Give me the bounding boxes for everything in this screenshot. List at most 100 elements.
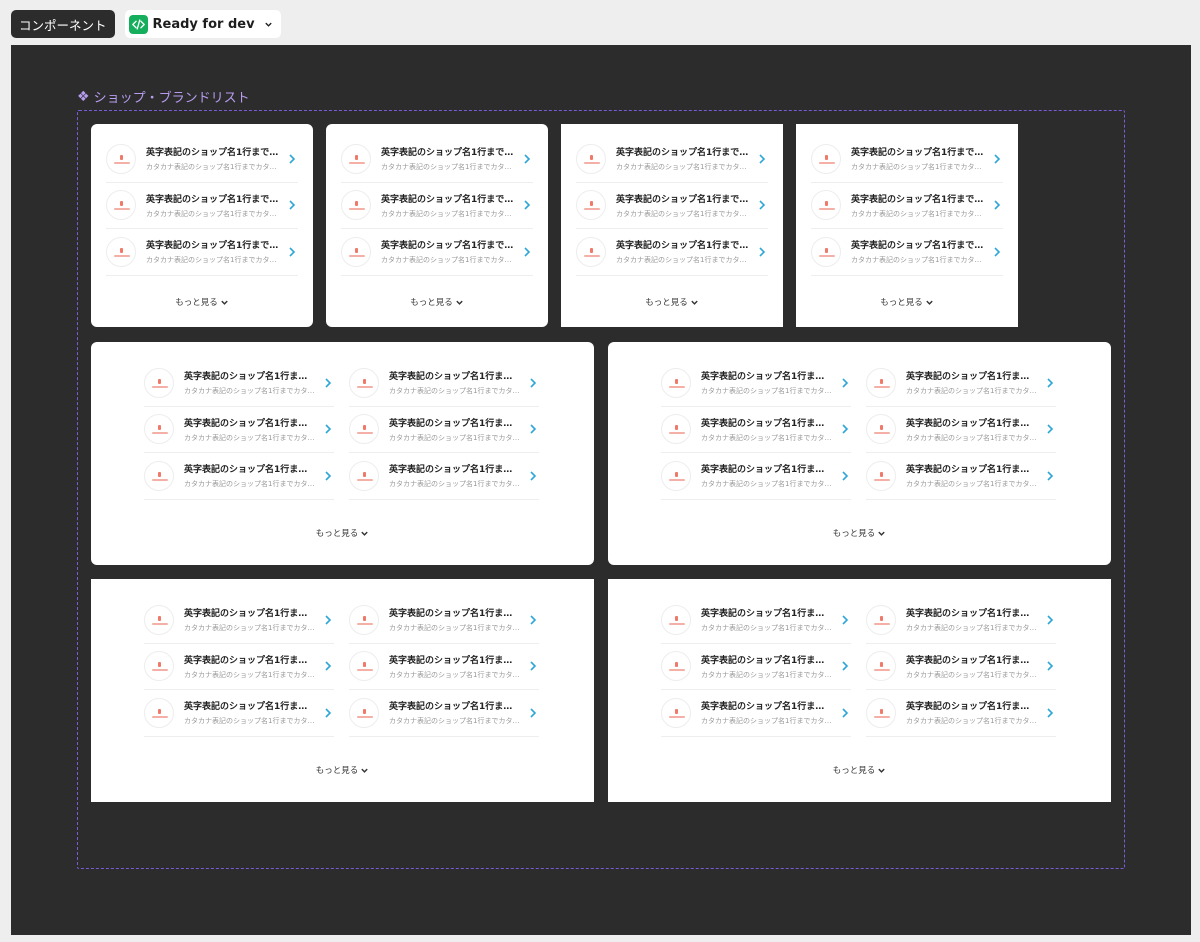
shop-name-kana: カタカナ表記のショップ名1行までカタカナ…: [389, 433, 521, 442]
shop-name: 英字表記のショップ名1行までで…: [701, 702, 833, 713]
shop-list-item[interactable]: 英字表記のショップ名1行までで… カタカナ表記のショップ名1行までカタカナ…: [349, 644, 539, 690]
shop-list-item[interactable]: 英字表記のショップ名1行までで… カタカナ表記のショップ名1行までカタカナ…: [349, 597, 539, 644]
shop-list-item[interactable]: 英字表記のショップ名1行までで… カタカナ表記のショップ名1行までカタカナ…: [576, 136, 768, 183]
ready-for-dev-dropdown[interactable]: Ready for dev: [124, 10, 281, 38]
shop-list-item[interactable]: 英字表記のショップ名1行までで… カタカナ表記のショップ名1行までカタカナ…: [866, 360, 1056, 407]
more-link[interactable]: もっと見る: [91, 764, 594, 776]
shop-list-item[interactable]: 英字表記のショップ名1行までで… カタカナ表記のショップ名1行までカタカナ…: [661, 453, 851, 500]
shop-list-card-variant-5[interactable]: 英字表記のショップ名1行までで… カタカナ表記のショップ名1行までカタカナ… 英字表…: [91, 342, 594, 565]
shop-name: 英字表記のショップ名1行までで…: [146, 148, 280, 159]
shop-logo: [576, 190, 606, 221]
shop-logo: [576, 143, 606, 174]
shop-name-kana: カタカナ表記のショップ名1行までカタカナ…: [701, 480, 833, 489]
shop-name: 英字表記のショップ名1行までで…: [851, 241, 985, 252]
shop-list-item[interactable]: 英字表記のショップ名1行までで… カタカナ表記のショップ名1行までカタカナ…: [661, 407, 851, 453]
chevron-right-icon: [524, 154, 531, 164]
shop-logo: [349, 604, 379, 635]
shop-list-item[interactable]: 英字表記のショップ名1行までで… カタカナ表記のショップ名1行までカタカナ…: [576, 183, 768, 229]
shop-list-card-variant-7[interactable]: 英字表記のショップ名1行までで… カタカナ表記のショップ名1行までカタカナ… 英字表…: [91, 579, 594, 802]
shop-list-right: 英字表記のショップ名1行までで… カタカナ表記のショップ名1行までカタカナ… 英字表…: [349, 360, 539, 500]
shop-list-left: 英字表記のショップ名1行までで… カタカナ表記のショップ名1行までカタカナ… 英字表…: [661, 360, 851, 500]
chevron-right-icon: [842, 615, 849, 625]
more-link[interactable]: もっと見る: [796, 296, 1018, 308]
more-link[interactable]: もっと見る: [91, 296, 313, 308]
shop-list-item[interactable]: 英字表記のショップ名1行までで… カタカナ表記のショップ名1行までカタカナ…: [144, 453, 334, 500]
shop-logo: [811, 190, 841, 221]
shop-logo: [106, 236, 136, 267]
shop-list-item[interactable]: 英字表記のショップ名1行までで… カタカナ表記のショップ名1行までカタカナ…: [144, 360, 334, 407]
shop-name-kana: カタカナ表記のショップ名1行までカタカナ…: [389, 670, 521, 679]
shop-list-card-variant-2[interactable]: 英字表記のショップ名1行までで… カタカナ表記のショップ名1行までカタカナ… 英字表…: [326, 124, 548, 327]
shop-list-item[interactable]: 英字表記のショップ名1行までで… カタカナ表記のショップ名1行までカタカナ…: [349, 407, 539, 453]
shop-list-item[interactable]: 英字表記のショップ名1行までで… カタカナ表記のショップ名1行までカタカナ…: [144, 407, 334, 453]
shop-list-item[interactable]: 英字表記のショップ名1行までで… カタカナ表記のショップ名1行までカタカナ…: [866, 690, 1056, 737]
shop-name: 英字表記のショップ名1行までで…: [906, 418, 1038, 429]
more-link[interactable]: もっと見る: [608, 527, 1111, 539]
shop-list-card-variant-1[interactable]: 英字表記のショップ名1行までで… カタカナ表記のショップ名1行までカタカナ… 英字表…: [91, 124, 313, 327]
shop-list-item[interactable]: 英字表記のショップ名1行までで… カタカナ表記のショップ名1行までカタカナ…: [349, 453, 539, 500]
shop-logo: [106, 143, 136, 174]
shop-list-item[interactable]: 英字表記のショップ名1行までで… カタカナ表記のショップ名1行までカタカナ…: [866, 644, 1056, 690]
shop-name: 英字表記のショップ名1行までで…: [146, 194, 280, 205]
shop-list-item[interactable]: 英字表記のショップ名1行までで… カタカナ表記のショップ名1行までカタカナ…: [866, 453, 1056, 500]
chevron-right-icon: [994, 200, 1001, 210]
shop-list-item[interactable]: 英字表記のショップ名1行までで… カタカナ表記のショップ名1行までカタカナ…: [661, 644, 851, 690]
more-link[interactable]: もっと見る: [561, 296, 783, 308]
shop-list-item[interactable]: 英字表記のショップ名1行までで… カタカナ表記のショップ名1行までカタカナ…: [576, 229, 768, 276]
shop-name: 英字表記のショップ名1行までで…: [389, 609, 521, 620]
shop-list-item[interactable]: 英字表記のショップ名1行までで… カタカナ表記のショップ名1行までカタカナ…: [341, 136, 533, 183]
chevron-right-icon: [530, 378, 537, 388]
shop-list-item[interactable]: 英字表記のショップ名1行までで… カタカナ表記のショップ名1行までカタカナ…: [661, 360, 851, 407]
shop-list-item[interactable]: 英字表記のショップ名1行までで… カタカナ表記のショップ名1行までカタカナ…: [866, 407, 1056, 453]
shop-logo: [866, 367, 896, 398]
chevron-right-icon: [1047, 424, 1054, 434]
more-link[interactable]: もっと見る: [91, 527, 594, 539]
shop-name: 英字表記のショップ名1行までで…: [389, 655, 521, 666]
shop-list-item[interactable]: 英字表記のショップ名1行までで… カタカナ表記のショップ名1行までカタカナ…: [341, 183, 533, 229]
chevron-right-icon: [325, 378, 332, 388]
shop-name-kana: カタカナ表記のショップ名1行までカタカナ…: [616, 163, 750, 172]
shop-list-item[interactable]: 英字表記のショップ名1行までで… カタカナ表記のショップ名1行までカタカナ…: [349, 690, 539, 737]
shop-list-card-variant-8[interactable]: 英字表記のショップ名1行までで… カタカナ表記のショップ名1行までカタカナ… 英字表…: [608, 579, 1111, 802]
chevron-right-icon: [1047, 615, 1054, 625]
shop-list-right: 英字表記のショップ名1行までで… カタカナ表記のショップ名1行までカタカナ… 英字表…: [866, 360, 1056, 500]
shop-name: 英字表記のショップ名1行までで…: [389, 418, 521, 429]
shop-list-card-variant-6[interactable]: 英字表記のショップ名1行までで… カタカナ表記のショップ名1行までカタカナ… 英字表…: [608, 342, 1111, 565]
shop-logo: [144, 604, 174, 635]
shop-logo: [349, 460, 379, 491]
chevron-right-icon: [1047, 378, 1054, 388]
component-tag[interactable]: コンポーネント: [11, 10, 115, 38]
shop-list-item[interactable]: 英字表記のショップ名1行までで… カタカナ表記のショップ名1行までカタカナ…: [811, 183, 1003, 229]
shop-name: 英字表記のショップ名1行までで…: [616, 194, 750, 205]
shop-list-item[interactable]: 英字表記のショップ名1行までで… カタカナ表記のショップ名1行までカタカナ…: [106, 229, 298, 276]
more-link[interactable]: もっと見る: [608, 764, 1111, 776]
shop-list-card-variant-4[interactable]: 英字表記のショップ名1行までで… カタカナ表記のショップ名1行までカタカナ… 英字表…: [796, 124, 1018, 327]
shop-list-item[interactable]: 英字表記のショップ名1行までで… カタカナ表記のショップ名1行までカタカナ…: [106, 183, 298, 229]
shop-list-item[interactable]: 英字表記のショップ名1行までで… カタカナ表記のショップ名1行までカタカナ…: [341, 229, 533, 276]
shop-list-item[interactable]: 英字表記のショップ名1行までで… カタカナ表記のショップ名1行までカタカナ…: [144, 690, 334, 737]
shop-name-kana: カタカナ表記のショップ名1行までカタカナ…: [906, 717, 1038, 726]
shop-name-kana: カタカナ表記のショップ名1行までカタカナ…: [146, 209, 280, 218]
shop-name-kana: カタカナ表記のショップ名1行までカタカナ…: [381, 163, 515, 172]
shop-logo: [866, 697, 896, 728]
shop-list-item[interactable]: 英字表記のショップ名1行までで… カタカナ表記のショップ名1行までカタカナ…: [661, 597, 851, 644]
chevron-right-icon: [759, 247, 766, 257]
shop-name-kana: カタカナ表記のショップ名1行までカタカナ…: [184, 670, 316, 679]
more-link[interactable]: もっと見る: [326, 296, 548, 308]
shop-list-card-variant-3[interactable]: 英字表記のショップ名1行までで… カタカナ表記のショップ名1行までカタカナ… 英字表…: [561, 124, 783, 327]
shop-list-item[interactable]: 英字表記のショップ名1行までで… カタカナ表記のショップ名1行までカタカナ…: [811, 229, 1003, 276]
shop-list-item[interactable]: 英字表記のショップ名1行までで… カタカナ表記のショップ名1行までカタカナ…: [106, 136, 298, 183]
shop-name: 英字表記のショップ名1行までで…: [381, 241, 515, 252]
code-icon: [128, 14, 148, 34]
shop-list-item[interactable]: 英字表記のショップ名1行までで… カタカナ表記のショップ名1行までカタカナ…: [866, 597, 1056, 644]
shop-list-item[interactable]: 英字表記のショップ名1行までで… カタカナ表記のショップ名1行までカタカナ…: [811, 136, 1003, 183]
shop-name-kana: カタカナ表記のショップ名1行までカタカナ…: [184, 387, 316, 396]
chevron-right-icon: [842, 378, 849, 388]
shop-logo: [349, 697, 379, 728]
shop-list-item[interactable]: 英字表記のショップ名1行までで… カタカナ表記のショップ名1行までカタカナ…: [144, 644, 334, 690]
shop-list-item[interactable]: 英字表記のショップ名1行までで… カタカナ表記のショップ名1行までカタカナ…: [144, 597, 334, 644]
shop-name: 英字表記のショップ名1行までで…: [701, 655, 833, 666]
shop-list-item[interactable]: 英字表記のショップ名1行までで… カタカナ表記のショップ名1行までカタカナ…: [661, 690, 851, 737]
component-title[interactable]: ❖ ショップ・ブランドリスト: [77, 87, 250, 107]
shop-list-item[interactable]: 英字表記のショップ名1行までで… カタカナ表記のショップ名1行までカタカナ…: [349, 360, 539, 407]
